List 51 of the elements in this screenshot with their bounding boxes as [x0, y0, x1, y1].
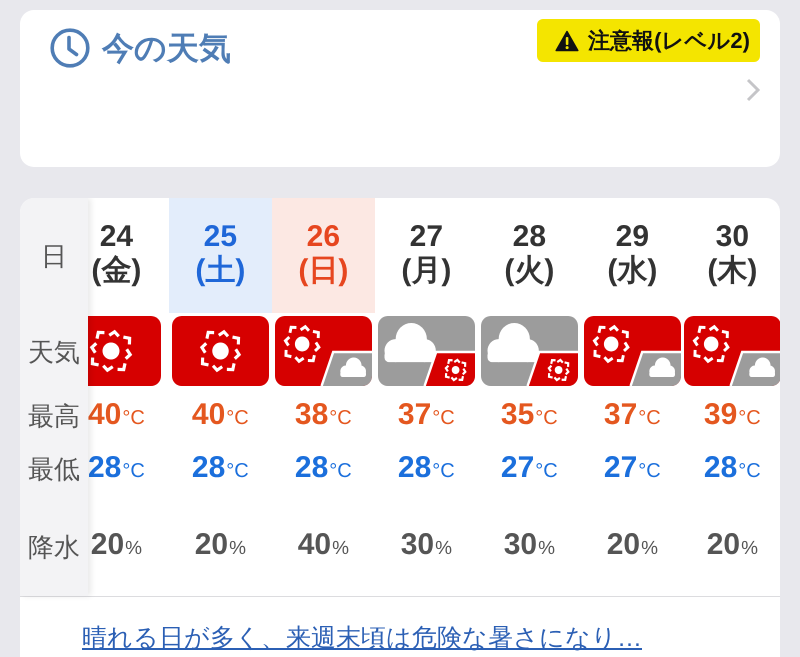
weekday-text: (金) [91, 254, 142, 288]
date-text: 30 [716, 220, 750, 254]
low-temp-text: 28°C [398, 450, 455, 486]
forecast-summary-link[interactable]: 晴れる日が多く、来週末頃は危険な暑さになり… [82, 624, 642, 652]
weekday-text: (日) [298, 254, 348, 288]
weekday-text: (木) [707, 254, 758, 288]
warning-icon [555, 30, 580, 52]
low-temp-text: 28°C [294, 450, 352, 486]
high-temp-text: 35°C [500, 396, 558, 432]
sun-icon [172, 316, 269, 386]
row-label: 最高 [28, 401, 80, 431]
precip-text: 20% [194, 526, 246, 562]
date-text: 25 [204, 220, 238, 254]
high-temp-text: 37°C [604, 396, 661, 432]
row-label: 降水 [28, 532, 80, 562]
row-label: 最低 [28, 454, 80, 484]
high-temp-text: 40°C [88, 396, 145, 432]
row-label: 日 [41, 240, 67, 270]
precip-text: 30% [400, 526, 452, 562]
weekday-text: (月) [401, 254, 452, 288]
high-temp-text: 37°C [398, 396, 455, 432]
precip-text: 20% [90, 526, 142, 562]
cloud-and-sun-icon [378, 316, 475, 386]
high-temp-text: 39°C [704, 396, 761, 432]
sun-and-cloud-icon [584, 316, 681, 386]
sun-and-cloud-icon [274, 316, 372, 386]
weekday-text: (土) [195, 254, 246, 288]
precip-text: 20% [606, 526, 658, 562]
low-temp-text: 28°C [192, 450, 249, 486]
low-temp-text: 28°C [704, 450, 761, 486]
clock-icon [50, 28, 90, 68]
row-label: 天気 [28, 337, 80, 367]
precip-text: 20% [706, 526, 758, 562]
advisory-badge[interactable]: 注意報(レベル2) [537, 19, 760, 62]
chevron-right-icon[interactable] [746, 78, 760, 102]
cloud-and-sun-icon [480, 316, 578, 386]
date-text: 27 [410, 220, 444, 254]
weekday-text: (火) [504, 254, 554, 288]
section-title: 今の天気 [102, 29, 231, 68]
high-temp-text: 40°C [192, 396, 249, 432]
low-temp-text: 28°C [88, 450, 145, 486]
precip-text: 40% [298, 526, 349, 562]
weekday-text: (水) [607, 254, 658, 288]
date-text: 28 [512, 220, 546, 254]
low-temp-text: 27°C [500, 450, 558, 486]
date-text: 29 [616, 220, 650, 254]
date-text: 26 [306, 220, 340, 254]
low-temp-text: 27°C [604, 450, 661, 486]
precip-text: 30% [504, 526, 555, 562]
high-temp-text: 38°C [294, 396, 352, 432]
date-text: 24 [100, 220, 134, 254]
